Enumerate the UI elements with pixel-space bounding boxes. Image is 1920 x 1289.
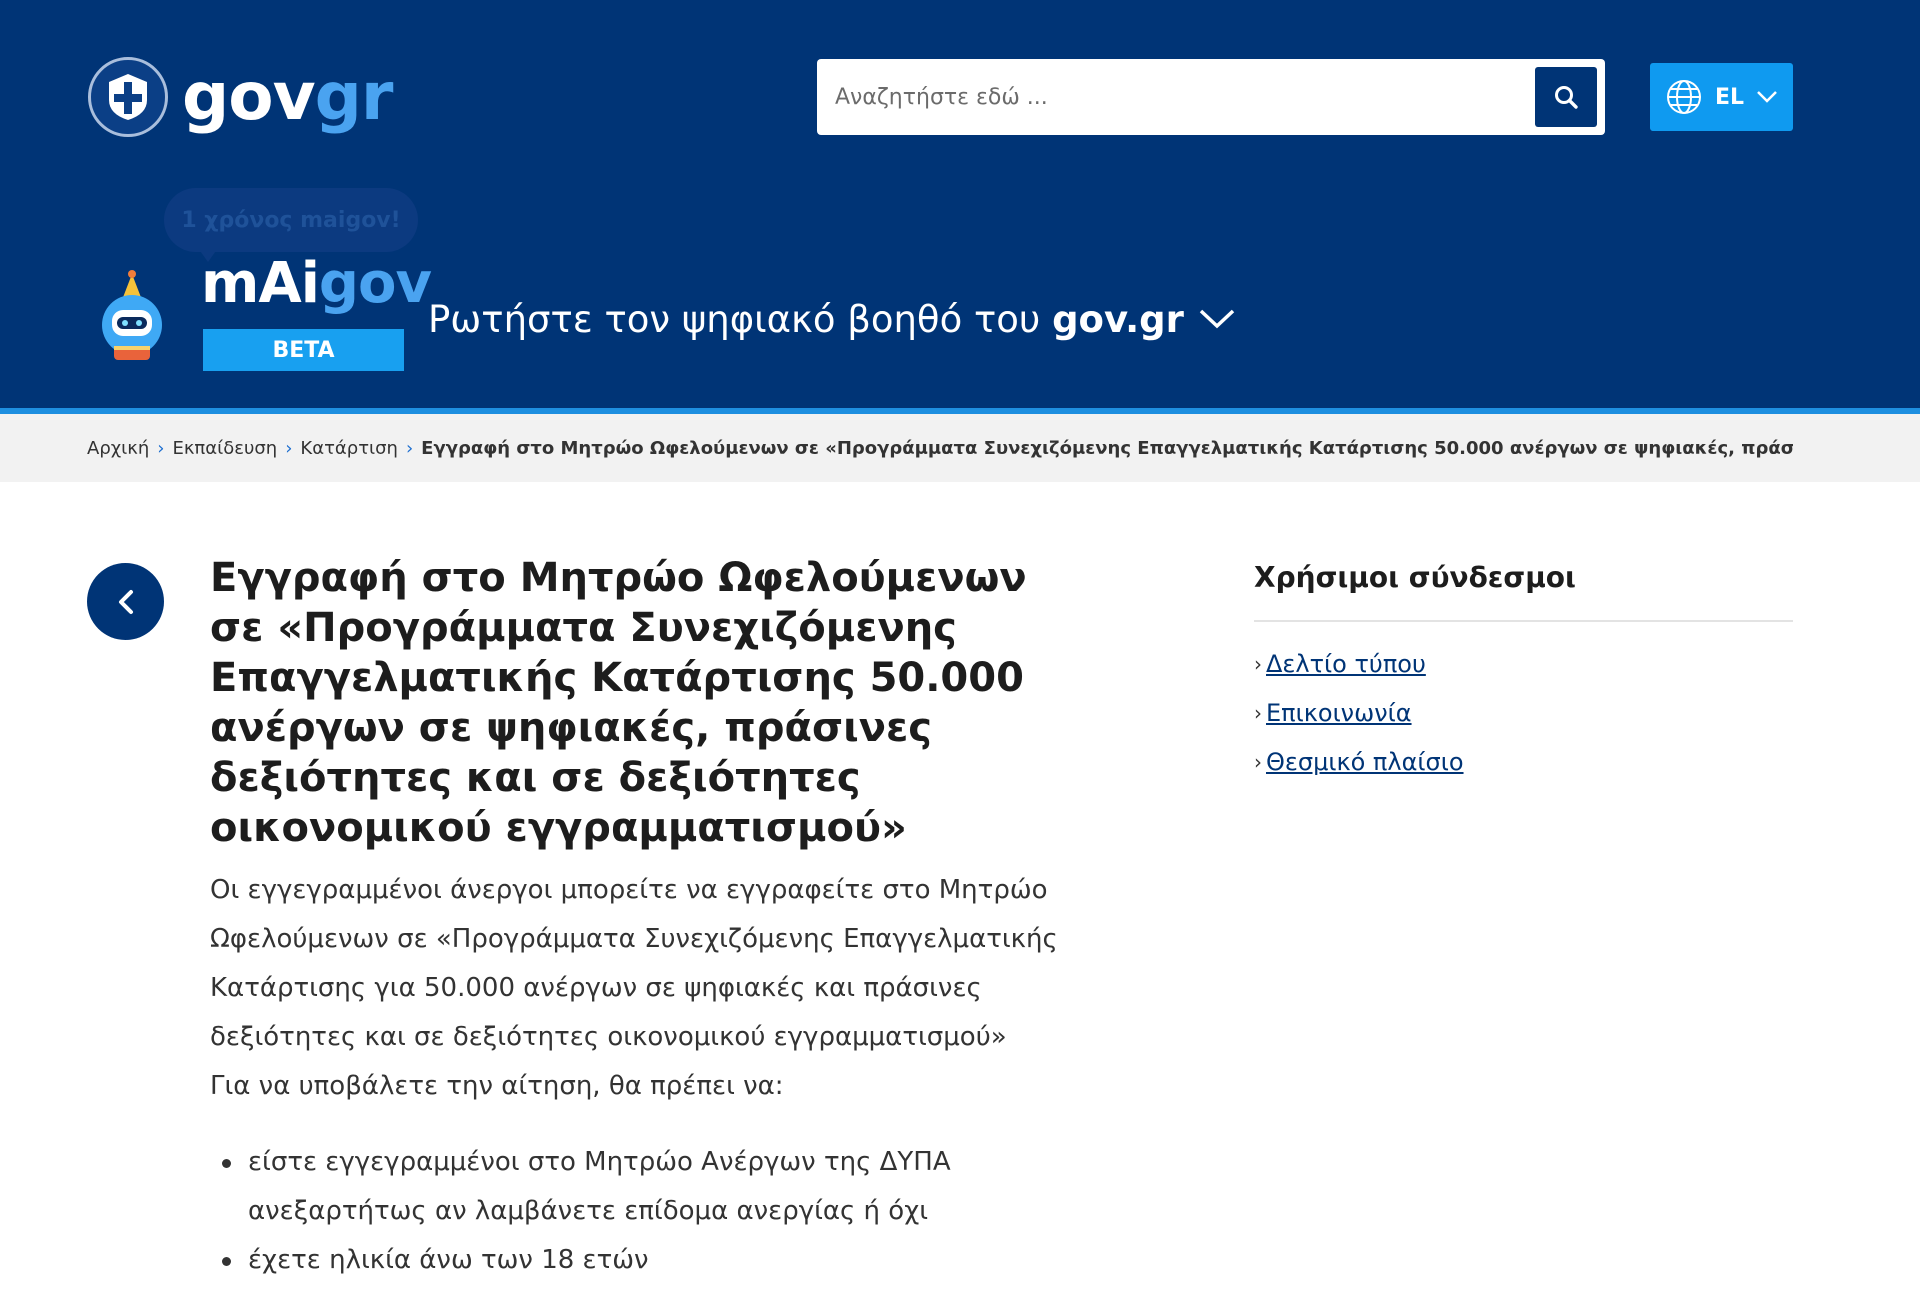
chevron-right-icon: › bbox=[285, 437, 293, 459]
logo-wordmark: govgr bbox=[182, 64, 393, 130]
breadcrumb-home[interactable]: Αρχική bbox=[87, 438, 149, 459]
intro-section: Οι εγγεγραμμένοι άνεργοι μπορείτε να εγγ… bbox=[210, 866, 1090, 1111]
sidebar-link-item: › Θεσμικό πλαίσιο bbox=[1254, 738, 1793, 787]
chevron-right-icon: › bbox=[1254, 701, 1262, 725]
sidebar-title: Χρήσιμοι σύνδεσμοι bbox=[1254, 556, 1793, 622]
chevron-down-icon bbox=[1757, 91, 1777, 103]
site-header: govgr EL 1 χρόνος maigov! bbox=[0, 0, 1920, 408]
breadcrumb-training[interactable]: Κατάρτιση bbox=[300, 438, 398, 459]
greek-emblem-icon bbox=[88, 57, 168, 137]
requirements-list: είστε εγγεγραμμένοι στο Μητρώο Ανέργων τ… bbox=[210, 1138, 1090, 1285]
sidebar-link-item: › Επικοινωνία bbox=[1254, 689, 1793, 738]
sidebar-links: › Δελτίο τύπου › Επικοινωνία › Θεσμικό π… bbox=[1254, 640, 1793, 787]
back-button[interactable] bbox=[87, 563, 164, 640]
govgr-logo[interactable]: govgr bbox=[88, 52, 393, 142]
breadcrumb-education[interactable]: Εκπαίδευση bbox=[172, 438, 277, 459]
assistant-prompt-text: Ρωτήστε τον ψηφιακό βοηθό του gov.gr bbox=[428, 298, 1184, 341]
search-icon bbox=[1555, 86, 1578, 109]
assistant-prompt-main: Ρωτήστε τον ψηφιακό βοηθό του bbox=[428, 297, 1041, 341]
chevron-down-icon bbox=[1199, 309, 1235, 329]
sidebar-link-item: › Δελτίο τύπου bbox=[1254, 640, 1793, 689]
anniversary-bubble: 1 χρόνος maigov! bbox=[164, 188, 418, 252]
press-release-link[interactable]: Δελτίο τύπου bbox=[1266, 640, 1426, 689]
contact-link[interactable]: Επικοινωνία bbox=[1266, 689, 1412, 738]
maigov-logo: mAigov bbox=[201, 256, 432, 312]
list-item: είστε εγγεγραμμένοι στο Μητρώο Ανέργων τ… bbox=[210, 1138, 1090, 1236]
useful-links-sidebar: Χρήσιμοι σύνδεσμοι › Δελτίο τύπου › Επικ… bbox=[1254, 556, 1793, 787]
assistant-toggle[interactable]: Ρωτήστε τον ψηφιακό βοηθό του gov.gr bbox=[428, 295, 1236, 343]
assistant-prompt-brand: gov.gr bbox=[1052, 297, 1184, 341]
language-label: EL bbox=[1714, 84, 1745, 110]
robot-mascot-icon bbox=[102, 270, 162, 360]
chevron-right-icon: › bbox=[157, 437, 165, 459]
search-input[interactable] bbox=[817, 59, 1527, 135]
logo-main: gov bbox=[182, 58, 316, 135]
maigov-accent: gov bbox=[318, 251, 432, 316]
language-selector[interactable]: EL bbox=[1650, 63, 1793, 131]
breadcrumb-current: Εγγραφή στο Μητρώο Ωφελούμενων σε «Προγρ… bbox=[421, 437, 1793, 459]
chevron-left-icon bbox=[118, 589, 133, 614]
search-button[interactable] bbox=[1535, 67, 1597, 127]
chevron-right-icon: › bbox=[405, 437, 414, 459]
beta-badge: BETA bbox=[203, 329, 404, 371]
breadcrumb-bar: Αρχική › Εκπαίδευση › Κατάρτιση › Εγγραφ… bbox=[0, 414, 1920, 482]
legal-framework-link[interactable]: Θεσμικό πλαίσιο bbox=[1266, 738, 1464, 787]
page-title: Εγγραφή στο Μητρώο Ωφελούμενων σε «Προγρ… bbox=[210, 555, 1027, 851]
breadcrumb: Αρχική › Εκπαίδευση › Κατάρτιση › Εγγραφ… bbox=[87, 414, 1793, 482]
chevron-right-icon: › bbox=[1254, 750, 1262, 774]
globe-icon bbox=[1666, 80, 1701, 114]
list-item: έχετε ηλικία άνω των 18 ετών bbox=[210, 1236, 1090, 1285]
chevron-right-icon: › bbox=[1254, 652, 1262, 676]
requirements-intro: Για να υποβάλετε την αίτηση, θα πρέπει ν… bbox=[210, 1071, 784, 1101]
search-box bbox=[817, 59, 1605, 135]
intro-paragraph: Οι εγγεγραμμένοι άνεργοι μπορείτε να εγγ… bbox=[210, 875, 1058, 1052]
logo-accent: gr bbox=[314, 58, 394, 135]
maigov-main: mAi bbox=[201, 251, 320, 316]
